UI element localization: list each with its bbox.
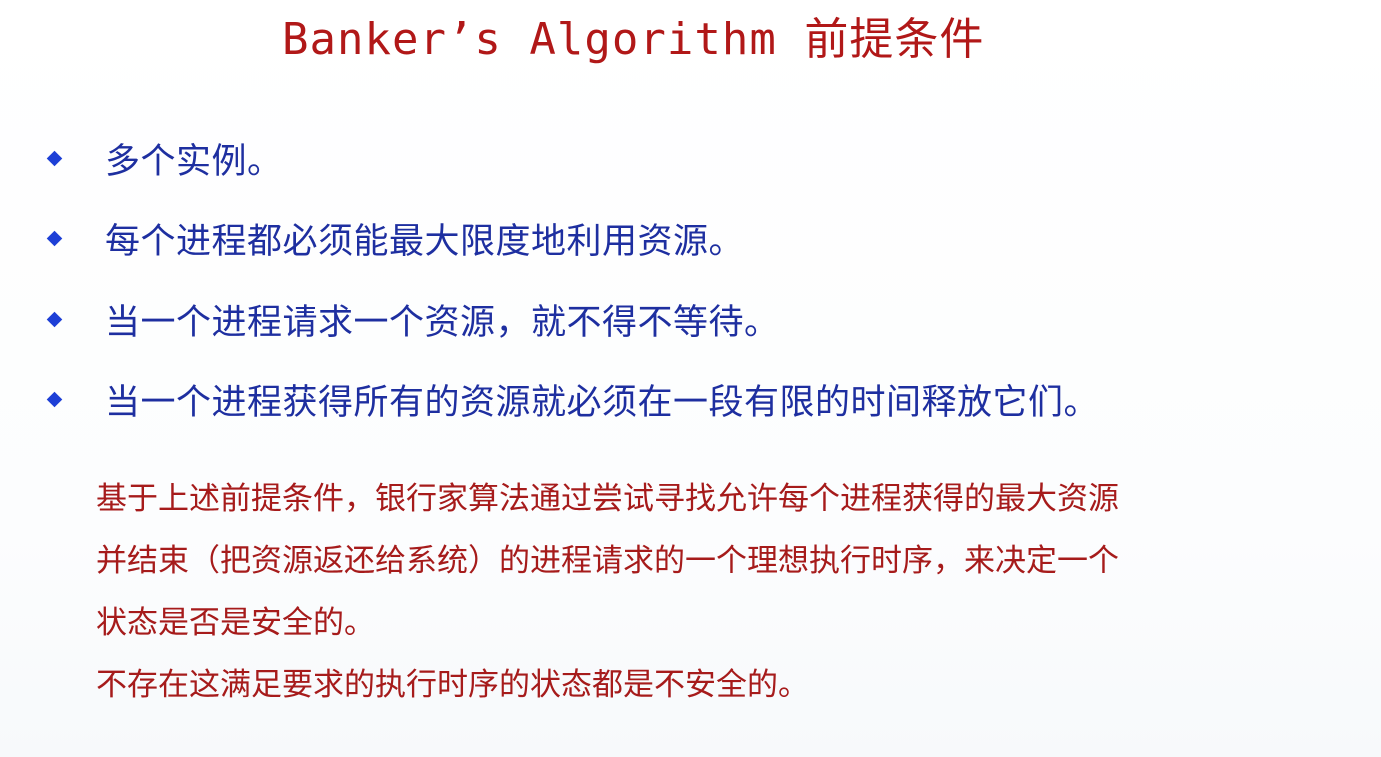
bullet-text: 当一个进程获得所有的资源就必须在一段有限的时间释放它们。 bbox=[105, 383, 1100, 424]
bullet-item: 多个实例。 bbox=[44, 118, 1099, 199]
note-line: 并结束（把资源返还给系统）的进程请求的一个理想执行时序，来决定一个 bbox=[96, 543, 1119, 579]
bullet-item: 当一个进程请求一个资源，就不得不等待。 bbox=[44, 279, 1099, 360]
note-line: 基于上述前提条件，银行家算法通过尝试寻找允许每个进程获得的最大资源 bbox=[96, 481, 1119, 517]
bullet-text: 当一个进程请求一个资源，就不得不等待。 bbox=[105, 302, 780, 343]
slide-title: Banker’s Algorithm 前提条件 bbox=[282, 14, 985, 65]
bullet-text: 多个实例。 bbox=[105, 141, 283, 182]
bullet-item: 每个进程都必须能最大限度地利用资源。 bbox=[44, 199, 1099, 280]
bullet-list: 多个实例。 每个进程都必须能最大限度地利用资源。 当一个进程请求一个资源，就不得… bbox=[44, 118, 1099, 440]
summary-note: 基于上述前提条件，银行家算法通过尝试寻找允许每个进程获得的最大资源 并结束（把资… bbox=[96, 468, 1336, 716]
note-line: 不存在这满足要求的执行时序的状态都是不安全的。 bbox=[96, 667, 809, 703]
diamond-bullet-icon bbox=[46, 150, 63, 167]
diamond-bullet-icon bbox=[46, 230, 63, 247]
diamond-bullet-icon bbox=[46, 391, 63, 408]
note-line: 状态是否是安全的。 bbox=[96, 605, 375, 641]
diamond-bullet-icon bbox=[46, 311, 63, 328]
slide: Banker’s Algorithm 前提条件 多个实例。 每个进程都必须能最大… bbox=[0, 0, 1381, 757]
bullet-item: 当一个进程获得所有的资源就必须在一段有限的时间释放它们。 bbox=[44, 360, 1099, 441]
bullet-text: 每个进程都必须能最大限度地利用资源。 bbox=[105, 222, 745, 263]
